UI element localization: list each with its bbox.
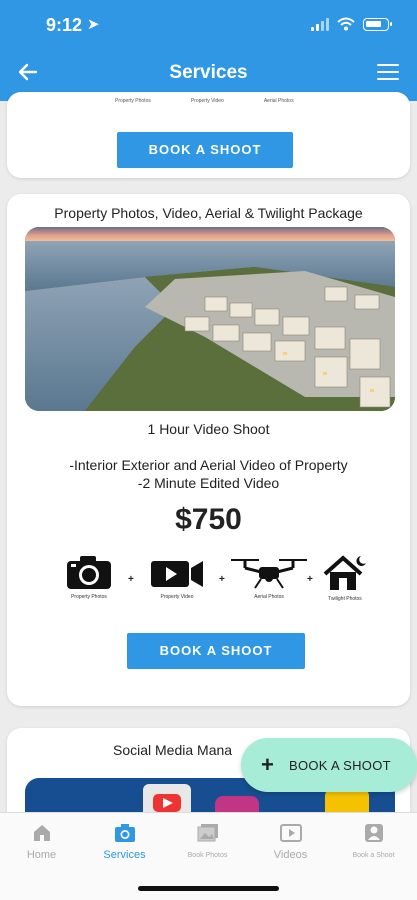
tab-label: Services bbox=[103, 849, 146, 861]
signal-icon bbox=[311, 17, 329, 31]
feature-label: Property Photos bbox=[71, 594, 107, 600]
drone-icon bbox=[231, 559, 307, 589]
feature-labels: Property Photos Property Video Aerial Ph… bbox=[115, 98, 294, 104]
feature-icons: Property Photos + Property Video + Aeria… bbox=[59, 554, 369, 614]
book-shoot-fab[interactable]: + BOOK A SHOOT bbox=[241, 738, 417, 792]
feature-video: Property Video bbox=[147, 554, 207, 600]
feature-label: Aerial Photos bbox=[254, 594, 284, 600]
status-time: 9:12 bbox=[46, 15, 83, 35]
package-photo bbox=[25, 227, 395, 411]
nav-bar: Services bbox=[0, 52, 417, 96]
photos-icon bbox=[197, 824, 218, 842]
tab-label: Book Photos bbox=[187, 852, 228, 859]
battery-icon bbox=[363, 17, 392, 31]
feature-label: Property Video bbox=[160, 594, 194, 600]
tab-services[interactable]: Services bbox=[83, 823, 166, 861]
app-header: 9:12 ➤ Services bbox=[0, 0, 417, 101]
tab-label: Home bbox=[26, 849, 57, 861]
tab-book-photos[interactable]: Book Photos bbox=[166, 823, 249, 859]
service-card-package: Property Photos, Video, Aerial & Twiligh… bbox=[7, 194, 410, 706]
description-line: -Interior Exterior and Aerial Video of P… bbox=[69, 457, 348, 473]
wifi-icon bbox=[337, 17, 355, 31]
fab-label: BOOK A SHOOT bbox=[289, 757, 391, 773]
person-icon bbox=[364, 824, 383, 842]
package-description: -Interior Exterior and Aerial Video of P… bbox=[7, 456, 410, 492]
package-price: $750 bbox=[175, 503, 242, 536]
camera-icon bbox=[114, 824, 135, 842]
feature-label: Aerial Photos bbox=[263, 98, 294, 104]
camera-icon bbox=[67, 556, 111, 589]
feature-label: Property Video bbox=[190, 98, 224, 104]
page-title: Services bbox=[169, 62, 248, 83]
tab-label: Book a Shoot bbox=[352, 852, 395, 859]
plus-icon: + bbox=[261, 752, 274, 777]
tab-home[interactable]: Home bbox=[0, 823, 83, 861]
tab-label: Videos bbox=[273, 849, 308, 861]
plus-separator: + bbox=[128, 574, 134, 585]
description-line: -2 Minute Edited Video bbox=[137, 475, 280, 491]
home-indicator bbox=[138, 886, 279, 891]
tab-book-a-shoot[interactable]: Book a Shoot bbox=[332, 823, 415, 859]
feature-twilight: Twilight Photos bbox=[321, 554, 369, 602]
feature-photos: Property Photos bbox=[64, 554, 114, 600]
book-shoot-button[interactable]: BOOK A SHOOT bbox=[117, 132, 293, 168]
feature-label: Property Photos bbox=[115, 98, 151, 104]
status-bar: 9:12 ➤ bbox=[0, 0, 417, 50]
feature-label: Twilight Photos bbox=[328, 596, 362, 602]
play-icon bbox=[279, 824, 302, 842]
hamburger-icon[interactable] bbox=[377, 64, 399, 80]
feature-aerial: Aerial Photos bbox=[229, 554, 309, 600]
plus-separator: + bbox=[219, 574, 225, 585]
home-icon bbox=[33, 825, 50, 841]
plus-separator: + bbox=[307, 574, 313, 585]
tab-videos[interactable]: Videos bbox=[249, 823, 332, 861]
social-card-title: Social Media Mana bbox=[113, 742, 233, 758]
package-title: Property Photos, Video, Aerial & Twiligh… bbox=[54, 205, 363, 221]
book-shoot-button[interactable]: BOOK A SHOOT bbox=[127, 633, 305, 669]
house-moon-icon bbox=[323, 555, 366, 590]
video-camera-icon bbox=[151, 561, 203, 587]
package-subtitle: 1 Hour Video Shoot bbox=[147, 421, 270, 437]
service-card-previous: Property Photos Property Video Aerial Ph… bbox=[7, 92, 410, 178]
location-arrow-icon: ➤ bbox=[87, 16, 100, 33]
